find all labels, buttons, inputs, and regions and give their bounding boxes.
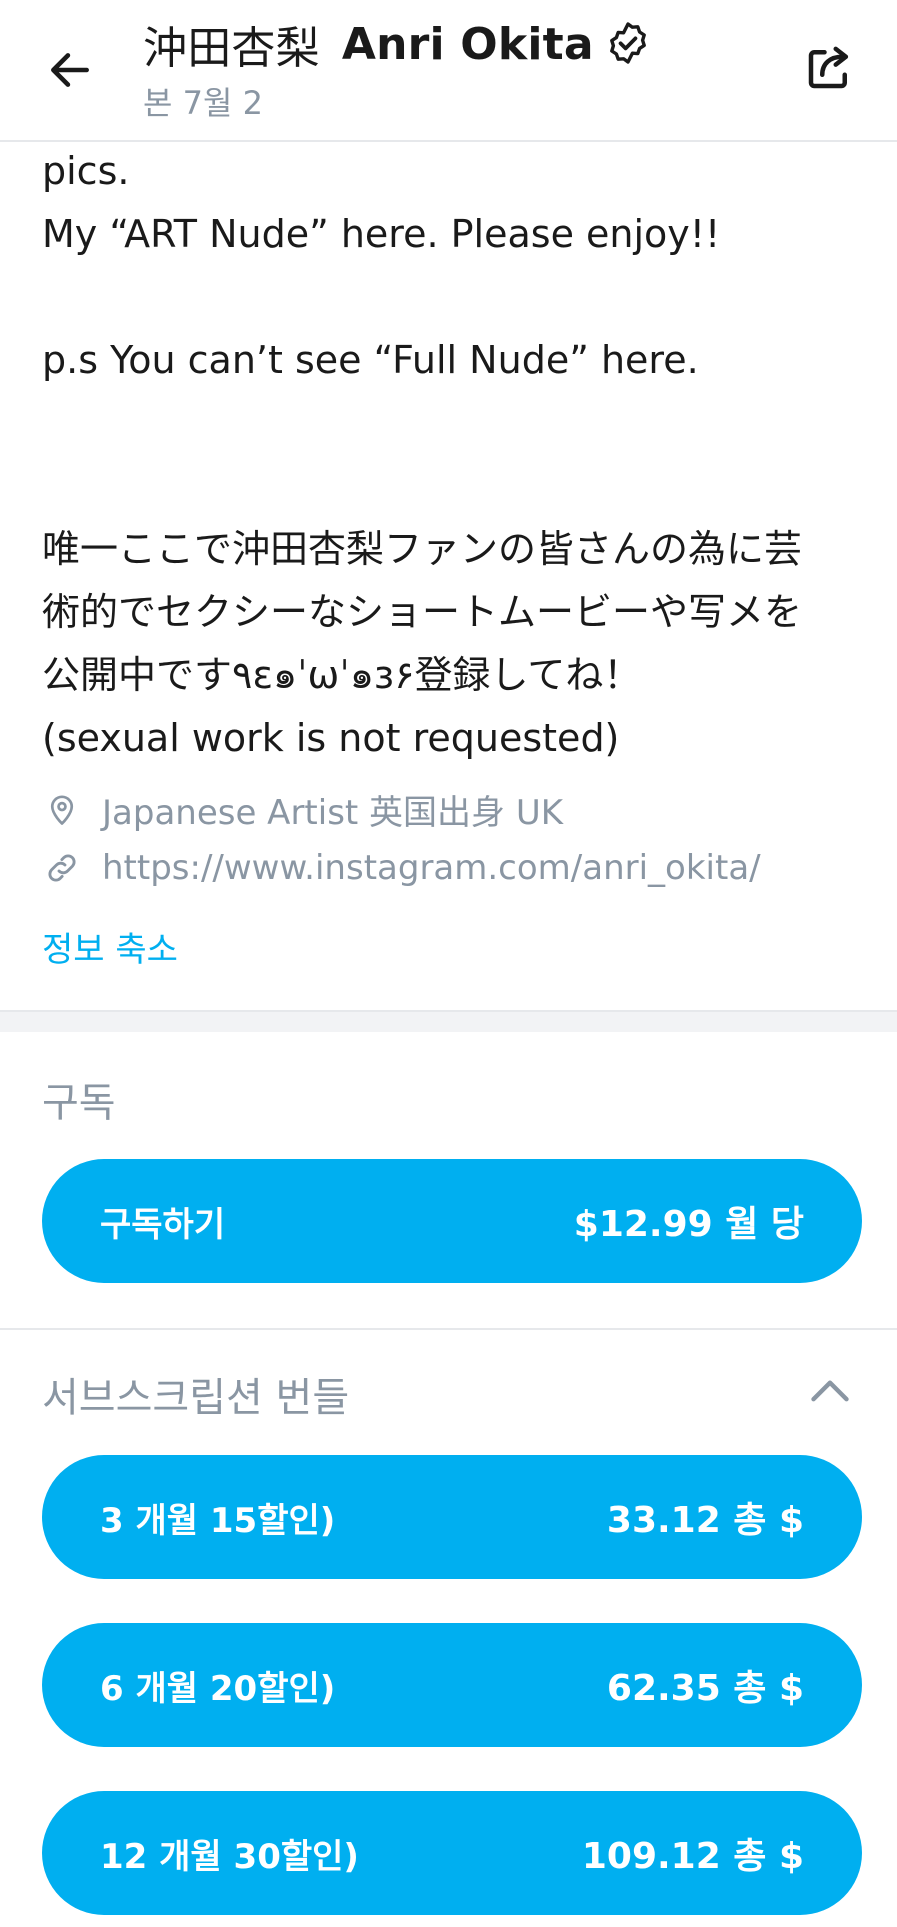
- bundle-price: 109.12 총 $: [581, 1836, 804, 1877]
- bio-line: My “ART Nude” here. Please enjoy!!: [42, 212, 721, 256]
- bio-line: p.s You can’t see “Full Nude” here.: [42, 338, 699, 382]
- chevron-up-icon: [811, 1380, 849, 1402]
- profile-title: 沖田杏梨 Anri Okita: [143, 14, 654, 74]
- location-row: Japanese Artist 英国出身 UK: [42, 785, 563, 834]
- bio-spacer: [42, 392, 862, 455]
- share-icon: [808, 46, 849, 89]
- bundle-button-6-months[interactable]: 6 개월 20할인) 62.35 총 $: [42, 1623, 862, 1747]
- arrow-left-icon: [51, 53, 89, 87]
- website-link[interactable]: https://www.instagram.com/anri_okita/: [102, 848, 761, 888]
- subscribe-button-price: $12.99 월 당: [573, 1204, 804, 1245]
- bundle-label: 3 개월 15할인): [100, 1500, 336, 1541]
- bio-line: pics.: [42, 149, 130, 193]
- header-subtitle: 본 7월 2: [143, 84, 263, 122]
- bio-spacer: [42, 266, 862, 329]
- subscription-section-label: 구독: [42, 1080, 116, 1126]
- bundle-label: 12 개월 30할인): [100, 1836, 359, 1877]
- bundle-price: 62.35 총 $: [606, 1668, 804, 1709]
- back-button[interactable]: [40, 40, 100, 100]
- bio-line: 唯一ここで沖田杏梨ファンの皆さんの為に芸: [42, 527, 803, 571]
- collapse-bundles-button[interactable]: [805, 1370, 855, 1410]
- verified-badge-icon: [604, 19, 654, 69]
- bio-spacer: [42, 455, 862, 518]
- divider: [0, 1328, 897, 1330]
- map-pin-icon: [42, 790, 82, 830]
- profile-name-jp: 沖田杏梨: [143, 23, 320, 74]
- location-text: Japanese Artist 英国出身 UK: [102, 793, 564, 833]
- profile-bio: pics. My “ART Nude” here. Please enjoy!!…: [42, 140, 862, 770]
- subscribe-button-label: 구독하기: [100, 1204, 226, 1245]
- link-icon: [42, 848, 82, 888]
- bundle-button-3-months[interactable]: 3 개월 15할인) 33.12 총 $: [42, 1455, 862, 1579]
- profile-name: Anri Okita: [341, 18, 594, 70]
- bundle-price: 33.12 총 $: [606, 1500, 804, 1541]
- bio-line: 術的でセクシーなショートムービーや写メを: [42, 590, 803, 634]
- website-row[interactable]: https://www.instagram.com/anri_okita/: [42, 848, 761, 888]
- bio-line: 公開中です٩ɛ๑ˈωˈ๑ɜ۶登録してね！: [42, 653, 642, 697]
- bundle-button-12-months[interactable]: 12 개월 30할인) 109.12 총 $: [42, 1791, 862, 1915]
- bundle-label: 6 개월 20할인): [100, 1668, 336, 1709]
- bundles-section-label: 서브스크립션 번들: [42, 1375, 350, 1421]
- subscribe-button[interactable]: 구독하기 $12.99 월 당: [42, 1159, 862, 1283]
- bio-line: (sexual work is not requested): [42, 716, 620, 760]
- share-button[interactable]: [799, 38, 859, 98]
- section-divider: [0, 1010, 897, 1032]
- top-bar: 沖田杏梨 Anri Okita 본 7월 2: [0, 0, 897, 142]
- collapse-info-link[interactable]: 정보 축소: [42, 922, 178, 971]
